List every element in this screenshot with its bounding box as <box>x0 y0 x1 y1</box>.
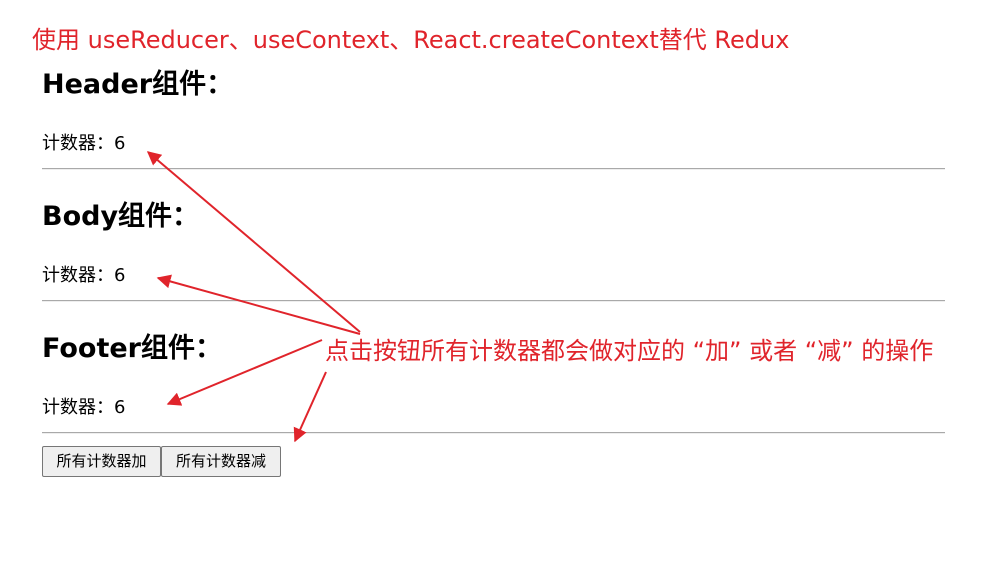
counter-label: 计数器： <box>42 265 114 286</box>
section-divider <box>42 300 945 302</box>
counter-label: 计数器： <box>42 397 114 418</box>
counter-value: 6 <box>114 397 126 418</box>
decrement-all-button[interactable]: 所有计数器减 <box>161 446 281 477</box>
annotation-text: 点击按钮所有计数器都会做对应的 “加” 或者 “减” 的操作 <box>325 337 934 365</box>
body-component-title: Body组件： <box>42 201 200 232</box>
arrow-to-header-counter <box>146 151 361 333</box>
counter-value: 6 <box>114 133 126 154</box>
header-component-title: Header组件： <box>42 69 234 100</box>
arrow-to-body-counter <box>156 274 361 335</box>
increment-all-button[interactable]: 所有计数器加 <box>42 446 161 477</box>
arrow-to-buttons <box>293 371 327 443</box>
section-divider <box>42 432 945 434</box>
footer-component-title: Footer组件： <box>42 333 222 364</box>
section-divider <box>42 168 945 170</box>
counter-value: 6 <box>114 265 126 286</box>
footer-counter: 计数器：6 <box>42 396 125 420</box>
counter-label: 计数器： <box>42 133 114 154</box>
intro-note: 使用 useReducer、useContext、React.createCon… <box>32 26 790 54</box>
header-counter: 计数器：6 <box>42 132 125 156</box>
body-counter: 计数器：6 <box>42 264 125 288</box>
